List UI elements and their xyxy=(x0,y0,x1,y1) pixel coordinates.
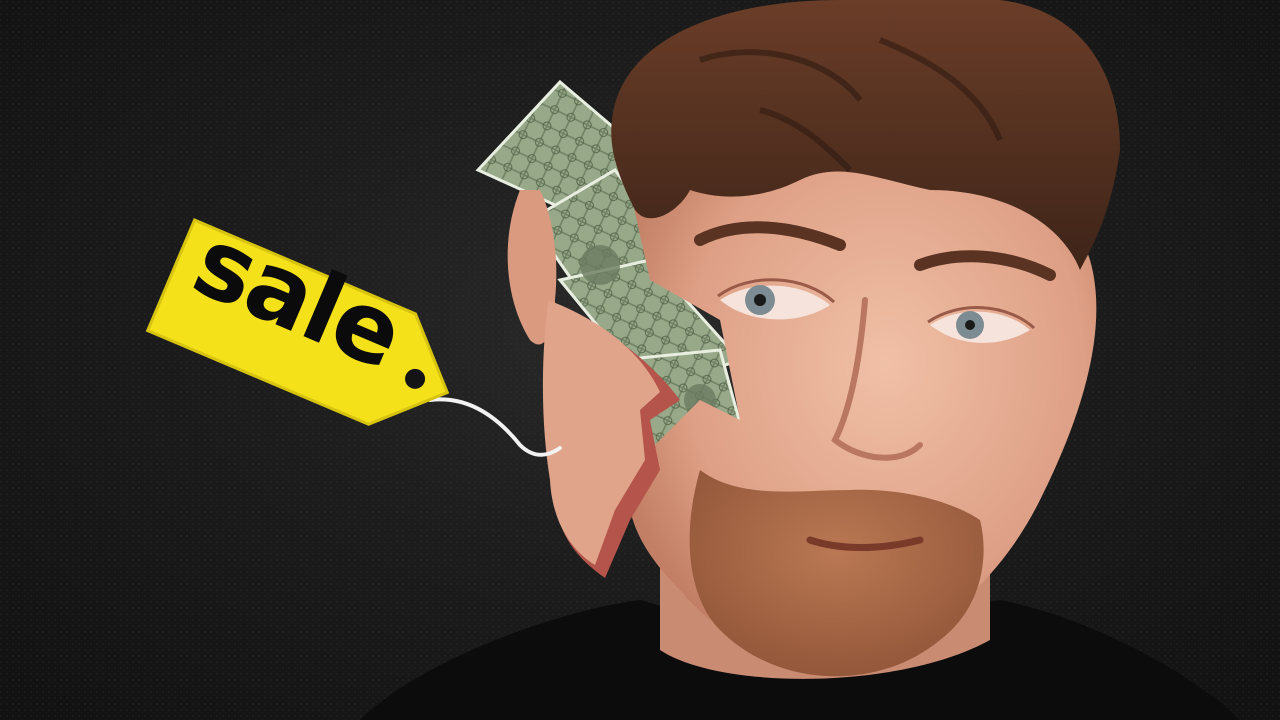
illustration xyxy=(0,0,1280,720)
thumbnail-scene: sale xyxy=(0,0,1280,720)
